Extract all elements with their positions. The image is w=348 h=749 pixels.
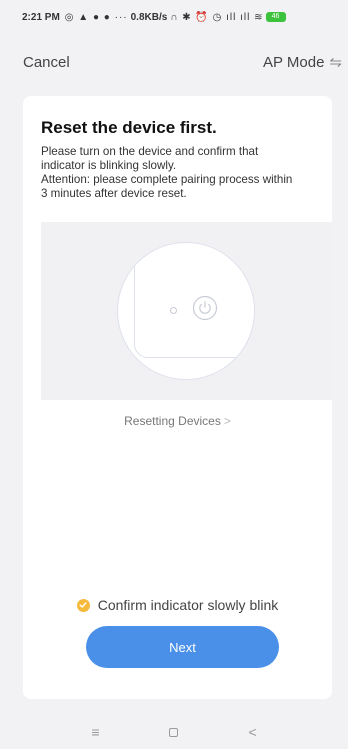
- device-illustration: [41, 222, 332, 400]
- device-outline: [134, 243, 254, 358]
- ap-mode-button[interactable]: AP Mode ⇋: [262, 53, 342, 72]
- instruction-line: Attention: please complete pairing proce…: [41, 173, 293, 186]
- top-nav-bar: Cancel AP Mode ⇋: [0, 46, 348, 78]
- status-icons-left: ◎ ▲ ● ● ···: [64, 11, 128, 23]
- confirm-label: Confirm indicator slowly blink: [97, 597, 279, 613]
- confirm-indicator-checkbox[interactable]: Confirm indicator slowly blink: [23, 597, 332, 613]
- next-button[interactable]: Next: [86, 626, 279, 668]
- power-icon: [192, 295, 218, 321]
- status-bar: 2:21 PM ◎ ▲ ● ● ··· 0.8KB/s ∩ ✱ ⏰ ◷ ıll …: [0, 0, 348, 34]
- instruction-line: indicator is blinking slowly.: [41, 159, 177, 172]
- instruction-line: 3 minutes after device reset.: [41, 187, 187, 200]
- resetting-devices-label: Resetting Devices: [124, 414, 221, 428]
- indicator-light-icon: [170, 307, 177, 314]
- home-icon[interactable]: [169, 727, 179, 737]
- menu-icon[interactable]: ≡: [91, 724, 99, 740]
- status-time: 2:21 PM: [22, 11, 60, 23]
- network-speed: 0.8KB/s: [130, 11, 168, 23]
- resetting-devices-link[interactable]: Resetting Devices >: [23, 414, 332, 428]
- instructions-text: Please turn on the device and confirm th…: [41, 145, 331, 201]
- page-title: Reset the device first.: [41, 118, 217, 137]
- status-icons-right: ∩ ✱ ⏰ ◷ ıll ıll ≋: [170, 11, 264, 23]
- check-circle-icon: [76, 598, 90, 612]
- device-circle: [117, 242, 255, 380]
- ap-mode-label: AP Mode: [262, 53, 325, 71]
- system-nav-bar: ≡ <: [0, 720, 348, 744]
- reset-card: Reset the device first. Please turn on t…: [23, 96, 332, 699]
- back-icon[interactable]: <: [248, 724, 256, 740]
- battery-icon: 46: [265, 12, 286, 22]
- chevron-right-icon: >: [223, 414, 231, 428]
- instruction-line: Please turn on the device and confirm th…: [41, 145, 259, 158]
- cancel-button[interactable]: Cancel: [23, 54, 70, 71]
- swap-icon: ⇋: [329, 54, 342, 71]
